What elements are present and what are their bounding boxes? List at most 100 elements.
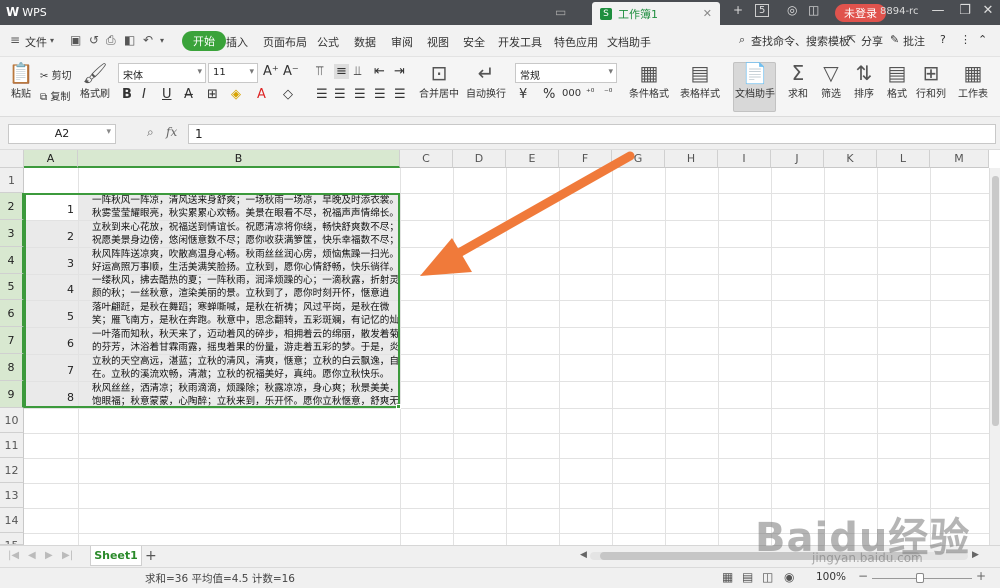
normal-view-icon[interactable]: ▦ bbox=[722, 570, 733, 584]
next-sheet-icon[interactable]: ▶ bbox=[45, 550, 53, 561]
zoom-level[interactable]: 100% bbox=[816, 571, 846, 583]
chevron-down-icon[interactable]: ▾ bbox=[50, 36, 54, 45]
align-center-icon[interactable]: ☰ bbox=[334, 87, 346, 102]
underline-icon[interactable]: U bbox=[162, 87, 172, 102]
tab-workbook[interactable]: S 工作簿1 ✕ bbox=[592, 2, 720, 25]
thousands-icon[interactable]: 000 bbox=[562, 88, 581, 99]
tab-data[interactable]: 数据 bbox=[354, 34, 376, 50]
scroll-right-icon[interactable]: ▶ bbox=[972, 550, 979, 560]
menu-file[interactable]: 文件 bbox=[25, 34, 47, 50]
name-box[interactable]: A2 ▾ bbox=[8, 124, 116, 144]
font-increase-icon[interactable]: A⁺ bbox=[263, 64, 279, 79]
justify-icon[interactable]: ☰ bbox=[374, 87, 386, 102]
align-middle-icon[interactable]: ≡ bbox=[334, 64, 349, 79]
prev-sheet-icon[interactable]: ◀ bbox=[28, 550, 36, 561]
decimal-decrease-icon[interactable]: ⁻⁰ bbox=[604, 88, 612, 98]
save-icon[interactable]: ▣ bbox=[70, 33, 81, 47]
tab-formula[interactable]: 公式 bbox=[317, 34, 339, 50]
cut-button[interactable]: ✂ 剪切 bbox=[40, 67, 72, 82]
tab-page-layout[interactable]: 页面布局 bbox=[263, 34, 307, 50]
tab-home[interactable]: 开始 bbox=[182, 31, 226, 51]
hamburger-icon[interactable]: ≡ bbox=[10, 33, 20, 47]
align-bottom-icon[interactable]: ⫫ bbox=[354, 64, 361, 79]
eye-protect-icon[interactable]: ◉ bbox=[784, 570, 794, 584]
annotate-button[interactable]: 批注 bbox=[903, 33, 925, 49]
font-color-icon[interactable]: A bbox=[257, 87, 266, 102]
distribute-icon[interactable]: ☰ bbox=[394, 87, 406, 102]
close-window-icon[interactable]: ✕ bbox=[978, 3, 998, 18]
add-sheet-icon[interactable]: + bbox=[145, 548, 157, 564]
doc-cloud-icon[interactable]: ◎ bbox=[787, 3, 797, 17]
format-button[interactable]: ▤ 格式 bbox=[884, 61, 910, 100]
font-size-select[interactable]: 11 ▾ bbox=[208, 63, 258, 83]
restore-icon[interactable]: ❐ bbox=[955, 3, 975, 18]
zoom-in-icon[interactable]: + bbox=[976, 569, 986, 583]
tab-insert[interactable]: 插入 bbox=[226, 34, 248, 50]
paste-button[interactable]: 📋 粘贴 bbox=[6, 61, 36, 100]
redo-dropdown-icon[interactable]: ▾ bbox=[160, 36, 164, 45]
print-icon[interactable]: ⎙ bbox=[106, 33, 116, 48]
fx-icon[interactable]: fx bbox=[166, 125, 177, 139]
annotate-icon[interactable]: ✎ bbox=[890, 33, 899, 46]
decimal-increase-icon[interactable]: ⁺⁰ bbox=[586, 88, 594, 98]
formula-input[interactable]: 1 bbox=[188, 124, 996, 144]
indent-increase-icon[interactable]: ⇥ bbox=[394, 64, 405, 79]
minimize-icon[interactable]: — bbox=[928, 3, 948, 18]
share-icon[interactable]: ⇱ bbox=[847, 33, 856, 46]
tab-doc-assistant[interactable]: 文档助手 bbox=[607, 34, 651, 50]
tab-security[interactable]: 安全 bbox=[463, 34, 485, 50]
scroll-left-icon[interactable]: ◀ bbox=[580, 550, 587, 560]
currency-icon[interactable]: ¥ bbox=[519, 87, 527, 102]
new-tab-icon[interactable]: + bbox=[733, 3, 743, 17]
conditional-format-button[interactable]: ▦ 条件格式 bbox=[626, 61, 672, 100]
monitor-icon[interactable]: ▭ bbox=[555, 5, 566, 19]
percent-icon[interactable]: % bbox=[543, 87, 555, 102]
table-style-button[interactable]: ▤ 表格样式 bbox=[677, 61, 723, 100]
page-layout-view-icon[interactable]: ▤ bbox=[742, 570, 753, 584]
copy-button[interactable]: ⧉ 复制 bbox=[40, 88, 70, 103]
sheet-tab-sheet1[interactable]: Sheet1 bbox=[90, 546, 142, 566]
clear-format-icon[interactable]: ◇ bbox=[283, 87, 293, 102]
more-icon[interactable]: ⋮ bbox=[960, 33, 971, 46]
border-icon[interactable]: ⊞ bbox=[207, 87, 218, 102]
bold-icon[interactable]: B bbox=[122, 87, 132, 102]
close-tab-icon[interactable]: ✕ bbox=[703, 7, 712, 20]
align-right-icon[interactable]: ☰ bbox=[354, 87, 366, 102]
font-name-select[interactable]: 宋体 ▾ bbox=[118, 63, 206, 83]
align-top-icon[interactable]: ⫪ bbox=[316, 64, 323, 79]
tab-count[interactable]: 5 bbox=[755, 4, 770, 17]
tab-features[interactable]: 特色应用 bbox=[554, 34, 598, 50]
undo-icon[interactable]: ↶ bbox=[143, 33, 153, 47]
filter-button[interactable]: ▽ 筛选 bbox=[818, 61, 844, 100]
print-preview-icon[interactable]: ◧ bbox=[124, 33, 135, 47]
collapse-ribbon-icon[interactable]: ⌃ bbox=[978, 33, 987, 46]
indent-decrease-icon[interactable]: ⇤ bbox=[374, 64, 385, 79]
command-search[interactable]: 查找命令、搜索模板 bbox=[751, 33, 850, 49]
layout-icon[interactable]: ◫ bbox=[808, 3, 819, 17]
spreadsheet-grid[interactable]: A B C D E F G H I J K L M 1 2 3 4 5 6 7 … bbox=[0, 150, 1000, 545]
page-break-view-icon[interactable]: ◫ bbox=[762, 570, 773, 584]
zoom-slider-knob[interactable] bbox=[916, 573, 924, 583]
font-decrease-icon[interactable]: A⁻ bbox=[283, 64, 299, 79]
zoom-out-icon[interactable]: − bbox=[858, 569, 868, 583]
tab-review[interactable]: 审阅 bbox=[391, 34, 413, 50]
login-button[interactable]: 未登录 bbox=[835, 4, 886, 22]
strikethrough-icon[interactable]: A̶ bbox=[184, 87, 193, 102]
row-col-button[interactable]: ⊞ 行和列 bbox=[915, 61, 947, 100]
format-painter-button[interactable]: 🖌 格式刷 bbox=[80, 61, 110, 100]
sort-button[interactable]: ⇅ 排序 bbox=[851, 61, 877, 100]
zoom-search-icon[interactable]: ⌕ bbox=[147, 125, 154, 140]
app-logo[interactable]: W WPS bbox=[6, 5, 47, 19]
share-button[interactable]: 分享 bbox=[861, 33, 883, 49]
search-icon[interactable]: ⌕ bbox=[739, 33, 745, 47]
first-sheet-icon[interactable]: |◀ bbox=[8, 550, 19, 561]
doc-assistant-button[interactable]: 📄 文档助手 bbox=[734, 61, 776, 100]
worksheet-button[interactable]: ▦ 工作表 bbox=[956, 61, 990, 100]
tab-developer[interactable]: 开发工具 bbox=[498, 34, 542, 50]
sum-button[interactable]: Σ 求和 bbox=[785, 61, 811, 100]
tab-view[interactable]: 视图 bbox=[427, 34, 449, 50]
number-format-select[interactable]: 常规 ▾ bbox=[515, 63, 617, 83]
help-icon[interactable]: ? bbox=[940, 33, 946, 46]
wrap-text-button[interactable]: ↵ 自动换行 bbox=[466, 61, 506, 100]
italic-icon[interactable]: I bbox=[142, 87, 146, 102]
